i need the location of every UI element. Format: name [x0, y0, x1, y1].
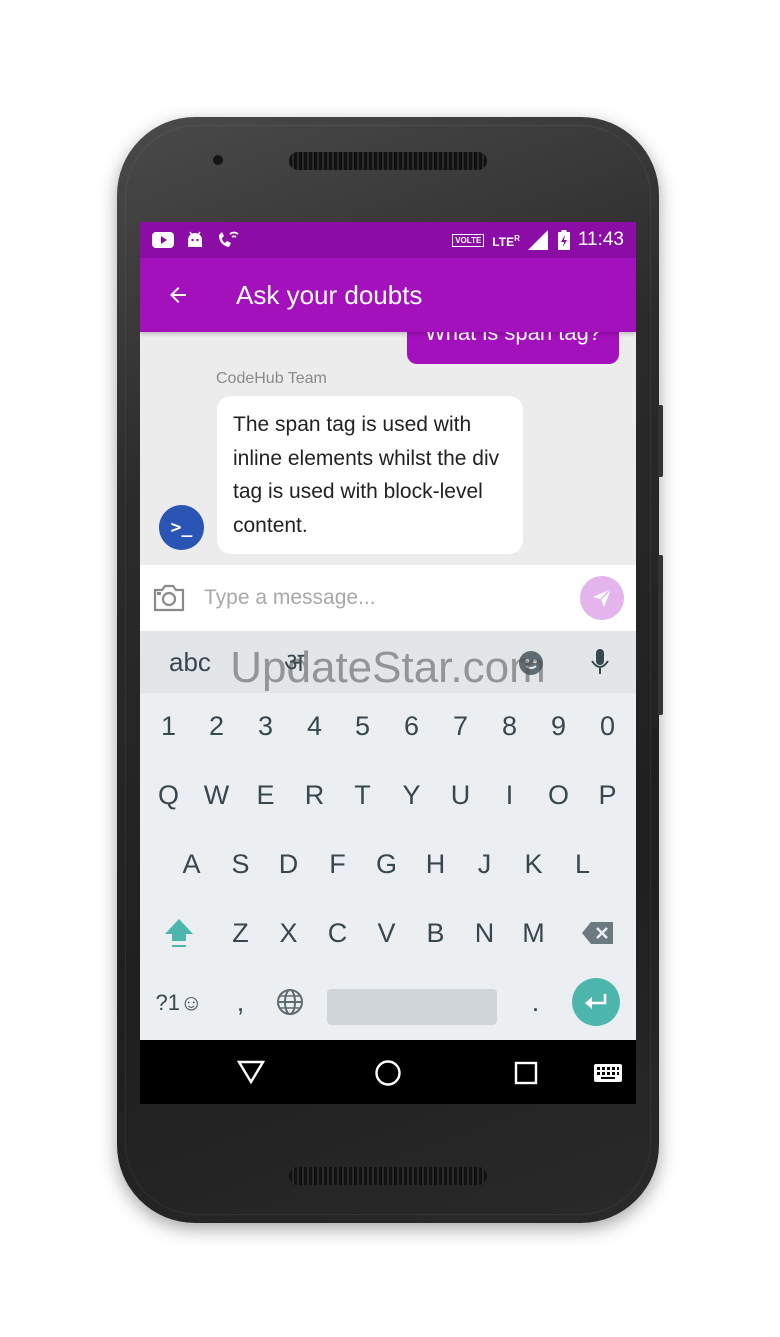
letter-key-p[interactable]: P — [583, 761, 632, 830]
soft-keyboard: abc अ UpdateStar.com 1234567890 QWERTYUI… — [140, 631, 636, 1040]
roaming-label: R — [514, 233, 520, 243]
bottom-speaker — [289, 1167, 487, 1185]
number-key-9[interactable]: 9 — [534, 692, 583, 761]
letter-key-z[interactable]: Z — [216, 899, 265, 968]
letter-key-u[interactable]: U — [436, 761, 485, 830]
symbols-key[interactable]: ?1☺ — [154, 968, 204, 1037]
letter-key-h[interactable]: H — [411, 830, 460, 899]
send-icon — [593, 588, 612, 607]
volume-button — [658, 555, 663, 715]
status-bar: VOLTE LTER 11:43 — [140, 222, 636, 258]
number-key-2[interactable]: 2 — [192, 692, 241, 761]
microphone-icon[interactable] — [590, 647, 610, 677]
letter-key-o[interactable]: O — [534, 761, 583, 830]
number-row: 1234567890 — [140, 692, 636, 761]
letter-row-2: ASDFGHJKL — [140, 830, 636, 899]
letter-key-i[interactable]: I — [485, 761, 534, 830]
globe-icon — [276, 989, 303, 1015]
wifi-calling-icon — [219, 231, 239, 247]
signal-icon — [527, 230, 548, 250]
period-key[interactable]: . — [511, 968, 560, 1037]
youtube-icon — [152, 232, 174, 248]
number-key-8[interactable]: 8 — [485, 692, 534, 761]
number-key-6[interactable]: 6 — [387, 692, 436, 761]
power-button — [658, 405, 663, 477]
letter-key-a[interactable]: A — [167, 830, 216, 899]
abc-layout-button[interactable]: abc — [169, 631, 211, 693]
bot-avatar: >_ — [159, 505, 204, 550]
number-key-1[interactable]: 1 — [144, 692, 193, 761]
space-bar[interactable] — [327, 989, 497, 1025]
letter-key-x[interactable]: X — [264, 899, 313, 968]
earpiece-speaker — [289, 152, 487, 170]
letter-key-d[interactable]: D — [264, 830, 313, 899]
incoming-message-bubble: The span tag is used with inline element… — [217, 396, 523, 555]
app-bar: Ask your doubts — [140, 258, 636, 332]
nav-recents-icon[interactable] — [514, 1061, 538, 1085]
camera-icon[interactable] — [152, 581, 186, 615]
watermark: UpdateStar.com — [230, 643, 546, 692]
hindi-layout-button[interactable]: अ — [284, 631, 304, 693]
back-arrow-icon[interactable] — [166, 283, 190, 307]
letter-key-g[interactable]: G — [362, 830, 411, 899]
letter-key-y[interactable]: Y — [387, 761, 436, 830]
letter-row-3: ZXCVBNM — [140, 899, 636, 968]
letter-key-t[interactable]: T — [338, 761, 387, 830]
enter-icon — [585, 994, 607, 1009]
letter-key-k[interactable]: K — [509, 830, 558, 899]
number-key-0[interactable]: 0 — [583, 692, 632, 761]
letter-key-e[interactable]: E — [241, 761, 290, 830]
send-button[interactable] — [580, 576, 624, 620]
lte-label: LTE — [492, 234, 515, 249]
lte-indicator: LTER — [492, 233, 520, 248]
outgoing-message-bubble: What is span tag? — [407, 332, 619, 364]
message-composer — [140, 565, 636, 631]
letter-key-n[interactable]: N — [460, 899, 509, 968]
nav-back-icon[interactable] — [237, 1060, 265, 1084]
page-title: Ask your doubts — [236, 279, 423, 310]
comma-key[interactable]: , — [216, 968, 265, 1037]
letter-key-w[interactable]: W — [192, 761, 241, 830]
keyboard-toolbar: abc अ UpdateStar.com — [140, 631, 636, 693]
battery-icon — [557, 230, 570, 250]
letter-key-l[interactable]: L — [558, 830, 607, 899]
android-icon — [188, 231, 202, 247]
navigation-bar — [140, 1040, 636, 1104]
volte-badge: VOLTE — [452, 233, 485, 247]
backspace-icon — [581, 922, 613, 944]
number-key-7[interactable]: 7 — [436, 692, 485, 761]
letter-key-r[interactable]: R — [290, 761, 339, 830]
letter-key-f[interactable]: F — [313, 830, 362, 899]
number-key-5[interactable]: 5 — [338, 692, 387, 761]
number-key-3[interactable]: 3 — [241, 692, 290, 761]
letter-key-v[interactable]: V — [362, 899, 411, 968]
phone-screen: VOLTE LTER 11:43 Ask your doubts What is… — [140, 222, 636, 1104]
backspace-key[interactable] — [573, 899, 622, 968]
bottom-row: ?1☺ , . — [140, 968, 636, 1037]
clock: 11:43 — [577, 229, 624, 250]
number-key-4[interactable]: 4 — [290, 692, 339, 761]
sticker-icon[interactable] — [518, 650, 544, 676]
letter-key-s[interactable]: S — [216, 830, 265, 899]
shift-icon — [164, 919, 193, 947]
letter-key-j[interactable]: J — [460, 830, 509, 899]
letter-key-c[interactable]: C — [313, 899, 362, 968]
letter-key-m[interactable]: M — [509, 899, 558, 968]
enter-key[interactable] — [572, 978, 620, 1026]
language-key[interactable] — [265, 968, 314, 1037]
letter-row-1: QWERTYUIOP — [140, 761, 636, 830]
letter-key-q[interactable]: Q — [144, 761, 193, 830]
shift-key[interactable] — [154, 899, 203, 968]
message-input[interactable] — [202, 585, 580, 611]
front-camera — [213, 155, 223, 165]
nav-home-icon[interactable] — [374, 1059, 402, 1087]
chat-area[interactable]: What is span tag? CodeHub Team The span … — [140, 332, 636, 565]
letter-key-b[interactable]: B — [411, 899, 460, 968]
keyboard-switch-icon[interactable] — [594, 1064, 622, 1082]
sender-name: CodeHub Team — [216, 370, 327, 387]
